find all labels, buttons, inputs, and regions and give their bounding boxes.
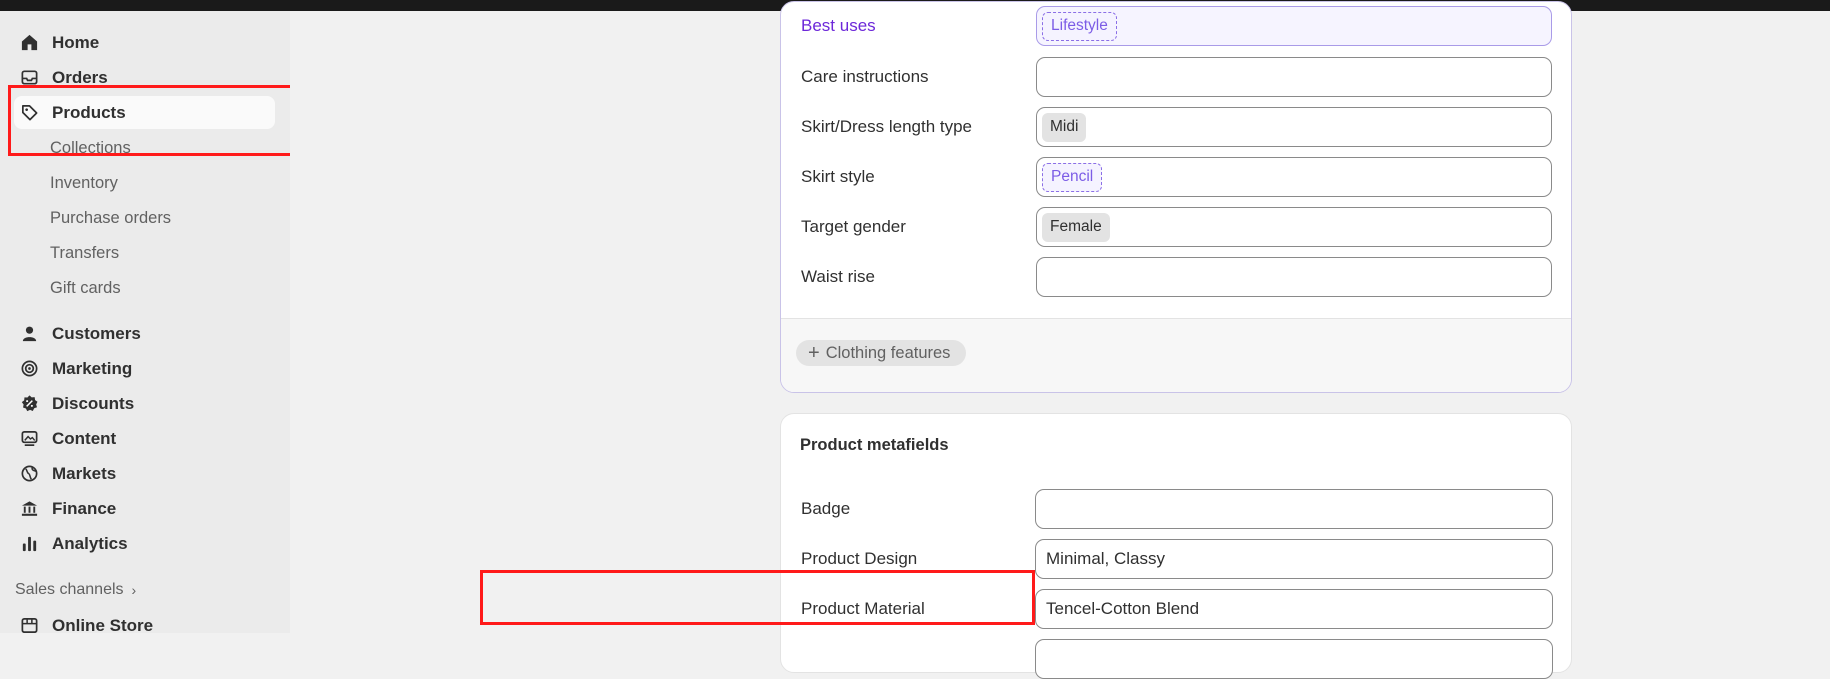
plus-icon: + [808,341,820,364]
sidebar-item-label: Products [52,102,126,122]
sales-channels-section[interactable]: Sales channels › [15,581,136,599]
sidebar-item-label: Orders [52,67,108,87]
metafield-label: Skirt/Dress length type [801,117,973,136]
add-button-label: Clothing features [825,343,951,362]
next-field[interactable] [1035,639,1553,679]
sidebar-item-label: Markets [52,463,117,483]
best-uses-field[interactable]: Lifestyle [1036,6,1552,46]
skirt-style-field[interactable]: Pencil [1036,157,1552,197]
field-value: Tencel-Cotton Blend [1046,599,1200,618]
product-material-field[interactable]: Tencel-Cotton Blend [1035,589,1553,629]
tag-icon [18,102,40,124]
home-icon [18,32,40,54]
sidebar-subitem-gift-cards[interactable]: Gift cards [50,273,121,303]
metafield-label: Care instructions [801,67,929,86]
metafield-label: Badge [801,499,851,518]
value-tag: Lifestyle [1042,11,1117,41]
value-tag: Female [1042,212,1110,242]
metafield-label: Target gender [801,217,906,236]
category-metafields-card: Best uses Lifestyle Care instructions Sk… [780,1,1572,393]
sidebar-item-products[interactable]: Products [14,96,275,129]
skirt-dress-length-field[interactable]: Midi [1036,107,1552,147]
sidebar-subitem-transfers[interactable]: Transfers [50,238,119,268]
metafield-label: Waist rise [801,267,875,286]
sidebar-item-customers[interactable]: Customers [14,317,275,350]
person-icon [18,323,40,345]
metafield-row-target-gender: Target gender Female [781,207,1571,247]
sidebar: Home Orders Products Collections Invento… [0,11,290,635]
value-tag: Pencil [1042,162,1103,192]
metafield-row-care-instructions: Care instructions [781,57,1571,97]
metafield-label: Product Material [801,599,925,618]
target-icon [18,358,40,380]
sidebar-item-online-store[interactable]: Online Store [14,609,275,642]
image-icon [18,428,40,450]
sidebar-item-label: Marketing [52,358,133,378]
metafield-label: Skirt style [801,167,875,186]
card-title: Product metafields [800,436,949,454]
metafield-label: Product Design [801,549,918,568]
sales-channels-label: Sales channels [15,581,124,598]
care-instructions-field[interactable] [1036,57,1552,97]
sidebar-item-label: Analytics [52,533,128,553]
field-value: Minimal, Classy [1046,549,1166,568]
sidebar-item-content[interactable]: Content [14,422,275,455]
sidebar-item-label: Discounts [52,393,135,413]
metafield-row-badge: Badge [781,489,1571,529]
sidebar-item-discounts[interactable]: Discounts [14,387,275,420]
sidebar-item-analytics[interactable]: Analytics [14,527,275,560]
metafield-row-product-material: Product Material Tencel-Cotton Blend [781,589,1571,629]
metafield-row-best-uses: Best uses Lifestyle [781,6,1571,46]
badge-field[interactable] [1035,489,1553,529]
sidebar-item-markets[interactable]: Markets [14,457,275,490]
sidebar-item-orders[interactable]: Orders [14,61,275,94]
store-icon [18,615,40,637]
chevron-right-icon: › [131,582,137,598]
sidebar-item-finance[interactable]: Finance [14,492,275,525]
metafield-row-product-design: Product Design Minimal, Classy [781,539,1571,579]
sidebar-item-label: Home [52,32,100,52]
target-gender-field[interactable]: Female [1036,207,1552,247]
sidebar-item-label: Customers [52,323,141,343]
discount-icon [18,393,40,415]
metafield-label: Best uses [801,16,876,35]
metafield-row-waist-rise: Waist rise [781,257,1571,297]
sidebar-item-label: Content [52,428,117,448]
bar-chart-icon [18,533,40,555]
value-tag: Midi [1042,112,1087,142]
bank-icon [18,498,40,520]
inbox-icon [18,67,40,89]
sidebar-subitem-purchase-orders[interactable]: Purchase orders [50,203,171,233]
sidebar-item-home[interactable]: Home [14,26,275,59]
product-design-field[interactable]: Minimal, Classy [1035,539,1553,579]
metafield-row-skirt-style: Skirt style Pencil [781,157,1571,197]
product-metafields-card: Product metafields Badge Product Design … [780,413,1572,679]
sidebar-subitem-collections[interactable]: Collections [50,133,131,163]
waist-rise-field[interactable] [1036,257,1552,297]
add-clothing-features-button[interactable]: + Clothing features [796,340,967,366]
globe-icon [18,463,40,485]
sidebar-subitem-inventory[interactable]: Inventory [50,168,118,198]
sidebar-item-marketing[interactable]: Marketing [14,352,275,385]
main-content: Best uses Lifestyle Care instructions Sk… [290,1,1830,679]
metafield-row-next [781,639,1571,679]
metafield-row-skirt-dress-length: Skirt/Dress length type Midi [781,107,1571,147]
sidebar-item-label: Finance [52,498,117,518]
